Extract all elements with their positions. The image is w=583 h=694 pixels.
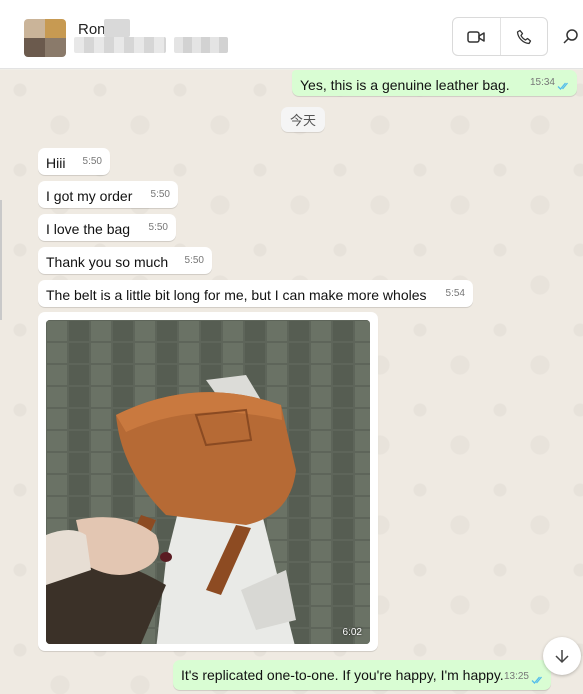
redacted-subtitle-2 [174, 37, 228, 53]
read-receipt-icon [531, 676, 542, 684]
date-divider: 今天 [281, 107, 325, 132]
message-incoming[interactable]: Thank you so much 5:50 [38, 247, 212, 274]
video-call-button[interactable] [453, 18, 500, 55]
image-message[interactable]: 6:02 [38, 312, 378, 651]
message-time: 6:02 [342, 627, 362, 638]
message-text: Yes, this is a genuine leather bag. [300, 77, 510, 93]
message-time: 5:50 [150, 189, 170, 200]
search-icon [563, 29, 578, 44]
message-incoming[interactable]: Hiii 5:50 [38, 148, 110, 175]
message-time: 13:25 [503, 671, 529, 682]
message-text: I got my order [46, 188, 133, 204]
redacted-subtitle [74, 37, 166, 53]
phone-icon [516, 29, 531, 44]
video-camera-icon [467, 30, 485, 43]
bag-photo[interactable]: 6:02 [46, 320, 370, 644]
contact-name[interactable]: Ron [78, 21, 106, 38]
message-outgoing[interactable]: It's replicated one-to-one. If you're ha… [173, 660, 551, 690]
photo-illustration [46, 320, 370, 644]
redacted-name-part [104, 19, 130, 37]
message-text: It's replicated one-to-one. If you're ha… [181, 667, 504, 683]
message-time: 5:50 [148, 222, 168, 233]
message-list[interactable]: Yes, this is a genuine leather bag. 15:3… [0, 70, 583, 694]
message-incoming[interactable]: The belt is a little bit long for me, bu… [38, 280, 473, 307]
scroll-to-bottom-button[interactable] [543, 637, 581, 675]
contact-avatar[interactable] [24, 19, 66, 57]
message-time: 5:50 [82, 156, 102, 167]
chat-header: Ron [0, 0, 583, 69]
search-button[interactable] [562, 28, 580, 46]
arrow-down-icon [555, 650, 569, 664]
pane-divider [0, 200, 2, 320]
voice-call-button[interactable] [499, 18, 548, 55]
message-time: 15:34 [529, 77, 555, 88]
message-incoming[interactable]: I got my order 5:50 [38, 181, 178, 208]
message-text: The belt is a little bit long for me, bu… [46, 287, 427, 303]
message-incoming[interactable]: I love the bag 5:50 [38, 214, 176, 241]
message-time: 5:54 [445, 288, 465, 299]
message-time: 5:50 [184, 255, 204, 266]
message-text: Thank you so much [46, 254, 169, 270]
read-receipt-icon [557, 82, 568, 90]
message-outgoing[interactable]: Yes, this is a genuine leather bag. 15:3… [292, 70, 577, 96]
message-text: I love the bag [46, 221, 131, 237]
call-buttons [452, 17, 548, 56]
message-text: Hiii [46, 155, 66, 171]
